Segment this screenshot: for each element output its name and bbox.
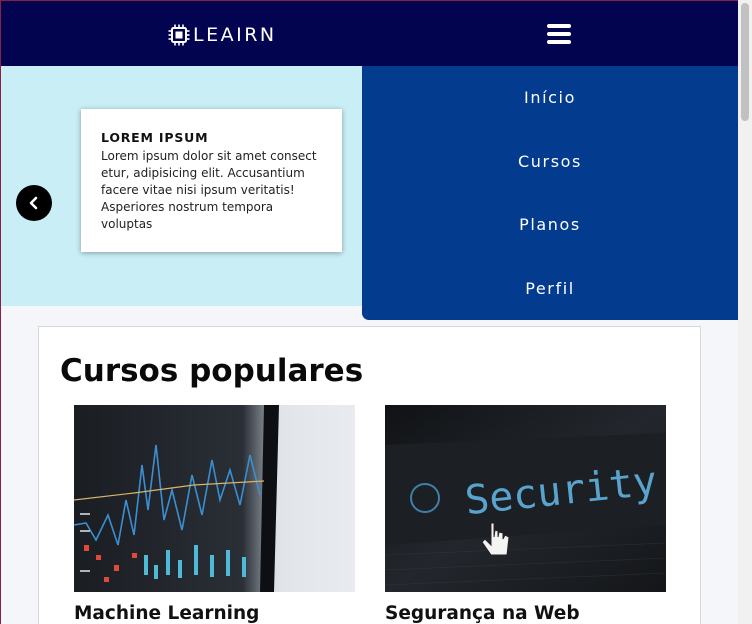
menu-item-cursos[interactable]: Cursos xyxy=(362,152,738,171)
course-title: Machine Learning xyxy=(74,603,260,624)
menu-item-inicio[interactable]: Início xyxy=(362,88,738,107)
brand-logo[interactable]: LEAIRN xyxy=(168,23,277,47)
vertical-scrollbar[interactable] xyxy=(738,0,752,624)
top-navbar: LEAIRN xyxy=(0,0,738,66)
hamburger-icon[interactable] xyxy=(547,24,571,44)
course-card-machine-learning[interactable]: Machine Learning xyxy=(74,405,355,624)
hero-card-text: Lorem ipsum dolor sit amet consect etur,… xyxy=(101,149,317,231)
brand-name: LEAIRN xyxy=(193,24,277,46)
chevron-left-icon xyxy=(29,196,38,210)
hero-card: LOREM IPSUM Lorem ipsum dolor sit amet c… xyxy=(81,109,342,252)
window-edge xyxy=(0,0,1,624)
stock-chart-image xyxy=(74,405,355,592)
scrollbar-thumb[interactable] xyxy=(741,3,749,121)
course-card-web-security[interactable]: Security Segurança na Web xyxy=(385,405,666,624)
menu-item-planos[interactable]: Planos xyxy=(362,215,738,234)
nav-dropdown-menu: Início Cursos Planos Perfil xyxy=(362,66,738,320)
cpu-chip-icon xyxy=(168,24,190,46)
hero-card-title: LOREM IPSUM xyxy=(101,130,209,145)
menu-item-perfil[interactable]: Perfil xyxy=(362,279,738,298)
security-screen-image: Security xyxy=(385,405,666,592)
carousel-prev-button[interactable] xyxy=(16,185,52,221)
course-title: Segurança na Web xyxy=(385,603,580,624)
popular-courses-section: Cursos populares Machine Learning Securi… xyxy=(38,326,701,624)
section-heading: Cursos populares xyxy=(60,353,364,389)
